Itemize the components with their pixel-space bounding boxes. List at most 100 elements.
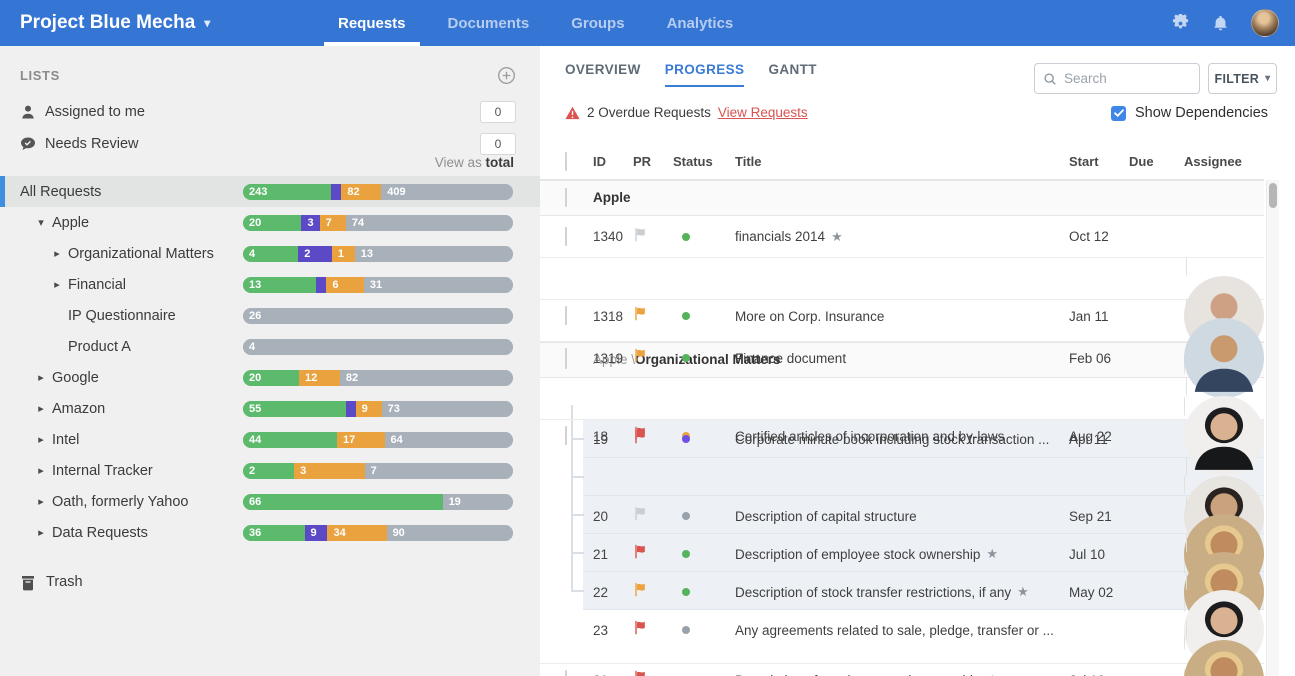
- progress-bar: 201282: [243, 370, 513, 386]
- bar-segment-gray: 19: [443, 494, 513, 510]
- request-id: 1340: [593, 229, 633, 244]
- sidebar-list: All Requests 24382409 ▾ Apple 203774 ▸ O…: [0, 176, 540, 548]
- checkbox-checked[interactable]: [1111, 106, 1126, 121]
- add-list-icon[interactable]: [497, 66, 516, 85]
- request-row[interactable]: 21 Description of employee stock ownersh…: [540, 622, 1264, 664]
- priority-flag-icon[interactable]: [633, 670, 648, 676]
- bar-segment-orange: 34: [327, 525, 386, 541]
- nav-tab-groups[interactable]: Groups: [557, 0, 638, 46]
- sidebar-item-oath-formerly-yahoo[interactable]: ▸ Oath, formerly Yahoo 6619: [0, 486, 540, 517]
- expand-arrow-icon[interactable]: ▸: [50, 247, 64, 260]
- progress-bar: 55973: [243, 401, 513, 417]
- group-header-row[interactable]: Apple: [540, 180, 1264, 216]
- chevron-down-icon: ▾: [1265, 73, 1270, 84]
- lists-heading: LISTS: [20, 68, 60, 83]
- tab-overview[interactable]: OVERVIEW: [565, 62, 641, 87]
- row-checkbox[interactable]: [565, 348, 567, 367]
- request-id: 19: [593, 432, 633, 447]
- request-title: Description of employee stock ownership: [735, 673, 980, 676]
- project-switcher[interactable]: Project Blue Mecha ▾: [0, 0, 210, 46]
- sidebar-item-data-requests[interactable]: ▸ Data Requests 3693490: [0, 517, 540, 548]
- request-row[interactable]: 21 Description of employee stock ownersh…: [540, 496, 1264, 534]
- notifications-bell-icon[interactable]: [1211, 14, 1230, 33]
- count-badge: 0: [480, 101, 516, 123]
- expand-arrow-icon[interactable]: ▸: [34, 526, 48, 539]
- chevron-down-icon: ▾: [204, 16, 210, 30]
- select-all-checkbox[interactable]: [565, 152, 567, 171]
- priority-flag-icon[interactable]: [633, 429, 648, 444]
- view-as-toggle[interactable]: View as total: [435, 155, 514, 170]
- sidebar-item-assigned-to-me[interactable]: Assigned to me 0: [20, 100, 516, 124]
- bar-segment-purple: 2: [298, 246, 332, 262]
- expand-arrow-icon[interactable]: ▸: [34, 433, 48, 446]
- sidebar-item-amazon[interactable]: ▸ Amazon 55973: [0, 393, 540, 424]
- search-input[interactable]: [1064, 71, 1191, 86]
- settings-gear-icon[interactable]: [1171, 14, 1190, 33]
- priority-flag-icon[interactable]: [633, 227, 648, 242]
- bar-segment-green: 20: [243, 215, 301, 231]
- navbar-actions: [1171, 0, 1279, 46]
- request-row[interactable]: 1340 financials 2014 ★ Oct 12: [540, 216, 1264, 258]
- sidebar-item-trash[interactable]: Trash: [20, 567, 83, 597]
- nav-tab-documents[interactable]: Documents: [434, 0, 544, 46]
- scrollbar-thumb[interactable]: [1269, 183, 1277, 208]
- priority-flag-icon[interactable]: [633, 348, 648, 363]
- start-date: Oct 12: [1069, 229, 1129, 244]
- user-avatar[interactable]: [1251, 9, 1279, 37]
- request-row[interactable]: 22 Description of stock transfer restric…: [540, 534, 1264, 572]
- bar-segment-green: 243: [243, 184, 331, 200]
- row-checkbox[interactable]: [565, 670, 567, 676]
- row-checkbox[interactable]: [565, 227, 567, 246]
- start-date: Jul 10: [1069, 673, 1129, 676]
- request-row[interactable]: 19 Corporate minute book including stock…: [540, 420, 1264, 458]
- expand-arrow-icon[interactable]: ▸: [34, 371, 48, 384]
- expand-arrow-icon[interactable]: ▸: [34, 402, 48, 415]
- bar-segment-purple: [346, 401, 355, 417]
- sidebar: LISTS Assigned to me 0 Needs Review 0 Vi…: [0, 46, 540, 676]
- tab-progress[interactable]: PROGRESS: [665, 62, 745, 87]
- bar-segment-purple: 9: [305, 525, 328, 541]
- progress-bar: 6619: [243, 494, 513, 510]
- sidebar-item-product-a[interactable]: Product A 4: [0, 331, 540, 362]
- bar-segment-orange: 82: [341, 184, 381, 200]
- review-bubble-icon: [20, 136, 36, 152]
- bar-segment-purple: 3: [301, 215, 319, 231]
- expand-arrow-icon[interactable]: ▸: [34, 495, 48, 508]
- request-id: 1319: [593, 351, 633, 366]
- request-row[interactable]: 1319 Finance document ★ Feb 06: [540, 300, 1264, 342]
- bar-segment-gray: 74: [346, 215, 513, 231]
- group-checkbox[interactable]: [565, 188, 567, 207]
- nav-tabs: Requests Documents Groups Analytics: [324, 0, 761, 46]
- requests-table: Apple 1340 financials 2014 ★ Oct 12 1318: [540, 180, 1264, 676]
- request-row[interactable]: 18 Certified articles of incorporation a…: [540, 378, 1264, 420]
- request-row[interactable]: 23 Any agreements related to sale, pledg…: [540, 572, 1264, 610]
- search-icon: [1043, 72, 1057, 86]
- bar-segment-gray: 7: [365, 463, 513, 479]
- tab-gantt[interactable]: GANTT: [768, 62, 817, 87]
- sidebar-item-apple[interactable]: ▾ Apple 203774: [0, 207, 540, 238]
- show-dependencies-toggle[interactable]: Show Dependencies: [1111, 105, 1268, 121]
- sidebar-item-ip-questionnaire[interactable]: IP Questionnaire 26: [0, 300, 540, 331]
- sidebar-item-all-requests[interactable]: All Requests 24382409: [0, 176, 540, 207]
- request-row[interactable]: 1318 More on Corp. Insurance ★ Jan 11: [540, 258, 1264, 300]
- progress-bar: 24382409: [243, 184, 513, 200]
- sidebar-item-needs-review[interactable]: Needs Review 0: [20, 132, 516, 156]
- sidebar-item-financial[interactable]: ▸ Financial 13631: [0, 269, 540, 300]
- main-panel: OVERVIEWPROGRESSGANTT FILTER ▾ 2 Overdue…: [540, 46, 1295, 676]
- sidebar-item-intel[interactable]: ▸ Intel 441764: [0, 424, 540, 455]
- expand-arrow-icon[interactable]: ▾: [34, 216, 48, 229]
- filter-button[interactable]: FILTER ▾: [1208, 63, 1277, 94]
- bar-segment-green: 55: [243, 401, 346, 417]
- expand-arrow-icon[interactable]: ▸: [50, 278, 64, 291]
- request-row[interactable]: 20 Description of capital structure ★ Se…: [540, 458, 1264, 496]
- view-requests-link[interactable]: View Requests: [718, 105, 808, 120]
- bar-segment-green: 4: [243, 246, 298, 262]
- sidebar-item-organizational-matters[interactable]: ▸ Organizational Matters 42113: [0, 238, 540, 269]
- expand-arrow-icon[interactable]: ▸: [34, 464, 48, 477]
- progress-bar: 3693490: [243, 525, 513, 541]
- sidebar-item-google[interactable]: ▸ Google 201282: [0, 362, 540, 393]
- sidebar-item-internal-tracker[interactable]: ▸ Internal Tracker 237: [0, 455, 540, 486]
- nav-tab-requests[interactable]: Requests: [324, 0, 420, 46]
- table-header: ID PR Status Title Start Due Assignee: [540, 144, 1264, 180]
- nav-tab-analytics[interactable]: Analytics: [653, 0, 748, 46]
